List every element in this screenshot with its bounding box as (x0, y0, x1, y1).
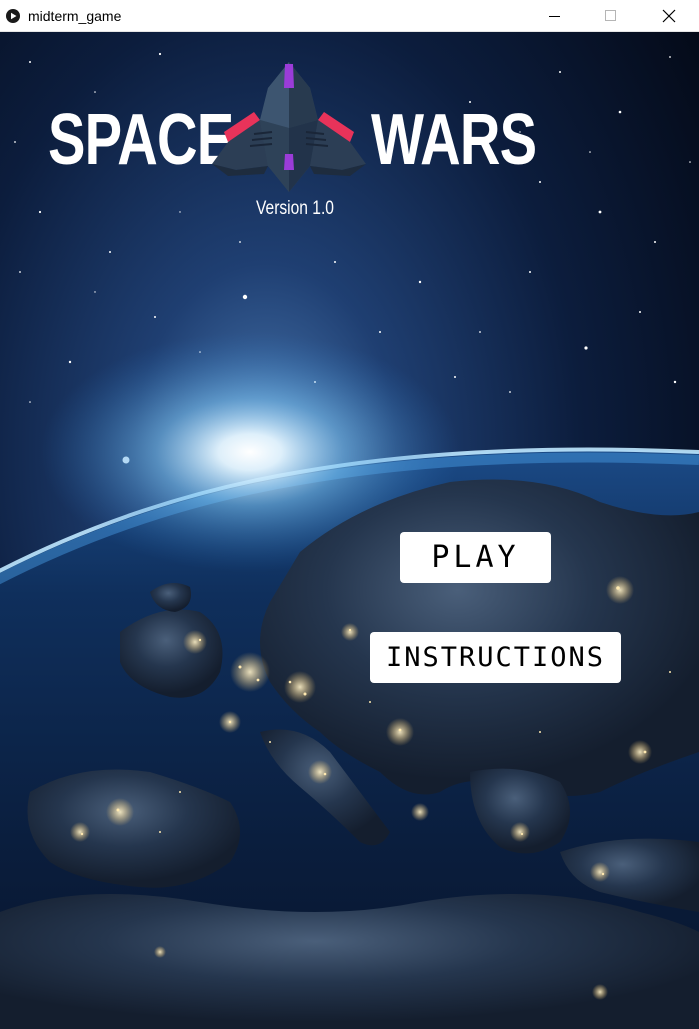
minimize-icon (549, 16, 560, 17)
minimize-button[interactable] (527, 0, 583, 32)
app-window: midterm_game SPACE WARS Version 1.0 PLAY… (0, 0, 699, 1029)
instructions-button[interactable]: INSTRUCTIONS (370, 632, 621, 683)
logo-word-wars: WARS (371, 100, 537, 180)
maximize-icon (605, 10, 616, 21)
maximize-button[interactable] (583, 0, 639, 32)
game-canvas: SPACE WARS Version 1.0 PLAY INSTRUCTIONS (0, 32, 699, 1029)
processing-play-icon (6, 9, 20, 23)
logo-word-space: SPACE (48, 100, 234, 180)
spaceship-icon (212, 62, 366, 192)
play-button[interactable]: PLAY (400, 532, 551, 583)
close-icon (662, 9, 676, 23)
close-button[interactable] (641, 0, 697, 32)
window-title: midterm_game (28, 8, 122, 24)
version-label: Version 1.0 (256, 198, 334, 219)
title-bar[interactable]: midterm_game (0, 0, 699, 32)
